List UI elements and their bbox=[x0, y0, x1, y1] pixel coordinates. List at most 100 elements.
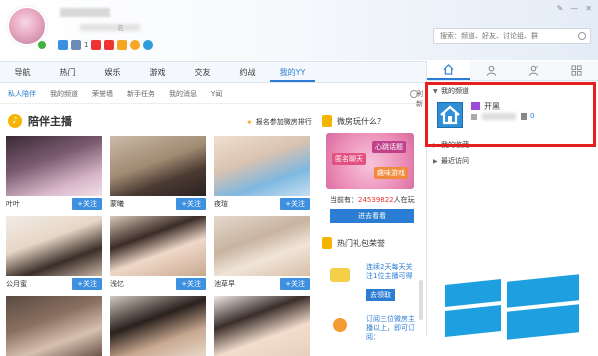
subtab-y-news[interactable]: Y闻 bbox=[211, 89, 222, 99]
tab-games[interactable]: 游戏 bbox=[135, 62, 180, 82]
microroom-icon bbox=[322, 115, 332, 127]
tab-groups[interactable] bbox=[513, 61, 556, 80]
badge-row: 1 bbox=[58, 40, 154, 50]
promo-tag: 匿名聊天 bbox=[332, 153, 366, 165]
host-photo[interactable] bbox=[110, 216, 206, 276]
host-name: 夜瑄 bbox=[214, 199, 228, 208]
host-card[interactable]: 夜瑄 +关注 bbox=[214, 136, 310, 210]
tab-my-yy[interactable]: 我的YY bbox=[270, 62, 315, 82]
host-photo[interactable] bbox=[214, 296, 310, 356]
gift-title: 热门礼包荣誉 bbox=[337, 238, 385, 248]
host-name: 浅忆 bbox=[110, 279, 124, 288]
follow-button[interactable]: +关注 bbox=[72, 277, 102, 290]
host-photo[interactable] bbox=[214, 136, 310, 196]
gift-package-icon bbox=[330, 268, 350, 282]
rank-signup-link[interactable]: ✦ 报名参加微房排行 bbox=[246, 117, 312, 127]
window-controls: ✎ — ✕ bbox=[557, 4, 592, 13]
host-photo[interactable] bbox=[6, 136, 102, 196]
online-count: 24539822 bbox=[358, 196, 394, 204]
online-status-icon[interactable] bbox=[37, 40, 47, 50]
red-badge-icon[interactable] bbox=[91, 40, 102, 50]
tab-home[interactable] bbox=[427, 61, 470, 80]
minimize-icon[interactable]: — bbox=[570, 4, 578, 13]
host-card[interactable] bbox=[6, 296, 102, 356]
tab-hot[interactable]: 热门 bbox=[45, 62, 90, 82]
tab-entertainment[interactable]: 娱乐 bbox=[90, 62, 135, 82]
gift-coin-icon bbox=[333, 318, 347, 332]
promo-header: 微房玩什么？ bbox=[322, 115, 385, 127]
follow-button[interactable]: +关注 bbox=[176, 197, 206, 210]
skin-icon[interactable]: ✎ bbox=[557, 4, 564, 13]
promo-title: 微房玩什么？ bbox=[337, 116, 385, 126]
host-card[interactable]: 公月蜜 +关注 bbox=[6, 216, 102, 290]
close-icon[interactable]: ✕ bbox=[585, 4, 592, 13]
highlight-box bbox=[425, 82, 596, 147]
host-name: 叶叶 bbox=[6, 199, 20, 208]
subtab-private-company[interactable]: 私人陪伴 bbox=[8, 89, 36, 99]
host-card[interactable]: 叶叶 +关注 bbox=[6, 136, 102, 210]
sub-nav: 私人陪伴 我的频道 荣誉墙 新手任务 我的消息 Y闻 刷新 bbox=[0, 84, 426, 108]
tab-friends[interactable] bbox=[470, 61, 513, 80]
apps-icon bbox=[571, 65, 582, 76]
home-icon bbox=[443, 64, 454, 75]
host-card[interactable]: 池草早 +关注 bbox=[214, 216, 310, 290]
smile-icon[interactable] bbox=[130, 40, 141, 50]
main-nav: 导航 热门 娱乐 游戏 交友 约战 我的YY bbox=[0, 61, 426, 83]
spark-icon: ✦ bbox=[246, 117, 253, 127]
scrollbar[interactable] bbox=[419, 280, 423, 320]
profile-header: 名 1 ✎ — ✕ bbox=[0, 0, 598, 60]
tab-social[interactable]: 交友 bbox=[180, 62, 225, 82]
follow-button[interactable]: +关注 bbox=[280, 277, 310, 290]
follow-button[interactable]: +关注 bbox=[72, 197, 102, 210]
search-input[interactable] bbox=[434, 29, 574, 43]
companion-icon: ♪ bbox=[8, 114, 22, 128]
gift-header: 热门礼包荣誉 bbox=[322, 237, 385, 249]
tab-match[interactable]: 约战 bbox=[225, 62, 270, 82]
host-card[interactable] bbox=[110, 296, 206, 356]
eye-icon[interactable] bbox=[143, 40, 154, 50]
follow-button[interactable]: +关注 bbox=[280, 197, 310, 210]
gift-icon bbox=[322, 237, 332, 249]
subtab-honor-wall[interactable]: 荣誉墙 bbox=[92, 89, 113, 99]
gift-description: 连续2天每天关注1位主播可得 bbox=[366, 263, 413, 280]
gift-icon[interactable] bbox=[117, 40, 128, 50]
host-name: 蒙曦 bbox=[110, 199, 124, 208]
badge-count: 1 bbox=[84, 41, 89, 49]
honor-badge-icon[interactable] bbox=[104, 40, 115, 50]
tab-apps[interactable] bbox=[555, 61, 598, 80]
claim-button[interactable]: 去领取 bbox=[366, 289, 395, 301]
section-title: 陪伴主播 bbox=[28, 115, 72, 128]
vip-icon[interactable] bbox=[71, 40, 81, 50]
search-icon[interactable] bbox=[578, 32, 586, 40]
follow-button[interactable]: +关注 bbox=[176, 277, 206, 290]
nickname-blurred bbox=[60, 8, 110, 17]
user-icon bbox=[486, 65, 496, 76]
signature-text[interactable]: 名 bbox=[117, 23, 124, 33]
host-name: 公月蜜 bbox=[6, 279, 27, 288]
host-card[interactable]: 蒙曦 +关注 bbox=[110, 136, 206, 210]
promo-tag: 心跳话题 bbox=[372, 141, 406, 153]
host-card[interactable]: 浅忆 +关注 bbox=[110, 216, 206, 290]
subtab-my-channel[interactable]: 我的频道 bbox=[50, 89, 78, 99]
enter-button[interactable]: 进去看看 bbox=[330, 209, 414, 223]
host-photo[interactable] bbox=[6, 296, 102, 356]
subtab-my-messages[interactable]: 我的消息 bbox=[169, 89, 197, 99]
online-count-text: 当前有：24539822人在玩 bbox=[330, 196, 415, 204]
host-photo[interactable] bbox=[110, 136, 206, 196]
host-photo[interactable] bbox=[6, 216, 102, 276]
host-card[interactable] bbox=[214, 296, 310, 356]
signature-blurred bbox=[80, 24, 140, 31]
game-controller-icon[interactable] bbox=[58, 40, 68, 50]
windows-logo bbox=[445, 274, 585, 340]
promo-tag: 趣味游戏 bbox=[374, 167, 408, 179]
promo-banner[interactable]: 匿名聊天 心跳话题 趣味游戏 bbox=[326, 133, 414, 189]
tab-nav[interactable]: 导航 bbox=[0, 62, 45, 82]
search-box[interactable] bbox=[433, 28, 591, 44]
tree-recent[interactable]: ▶ 最近访问 bbox=[433, 156, 469, 166]
host-photo[interactable] bbox=[110, 296, 206, 356]
right-panel-tabs bbox=[427, 61, 598, 81]
users-icon bbox=[529, 65, 539, 76]
host-photo[interactable] bbox=[214, 216, 310, 276]
subtab-newbie-tasks[interactable]: 新手任务 bbox=[127, 89, 155, 99]
chevron-right-icon: ▶ bbox=[433, 158, 438, 165]
